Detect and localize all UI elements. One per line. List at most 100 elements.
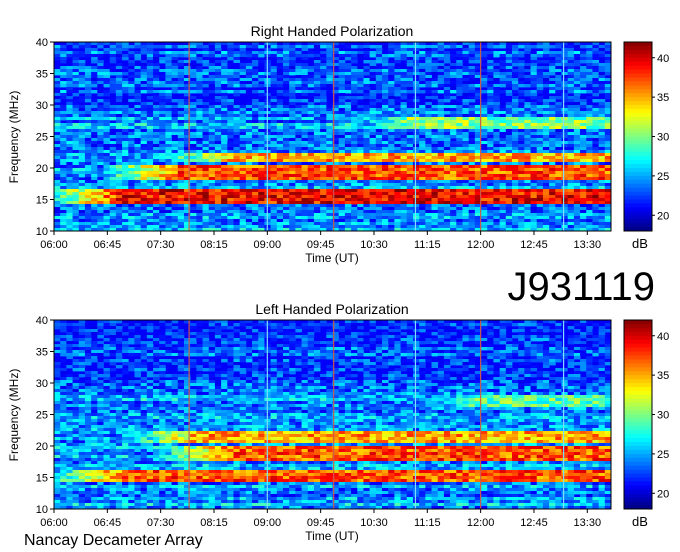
heatmap-cell xyxy=(555,42,562,46)
heatmap-cell xyxy=(561,180,569,184)
heatmap-cell xyxy=(177,108,185,112)
heatmap-cell xyxy=(573,93,581,97)
heatmap-cell xyxy=(394,168,401,172)
heatmap-cell xyxy=(313,111,321,115)
heatmap-cell xyxy=(530,201,538,205)
heatmap-cell xyxy=(382,153,389,157)
heatmap-cell xyxy=(159,171,166,175)
heatmap-cell xyxy=(351,159,358,163)
heatmap-cell xyxy=(561,174,569,178)
heatmap-cell xyxy=(214,168,222,172)
heatmap-cell xyxy=(78,42,86,46)
heatmap-cell xyxy=(295,165,302,169)
heatmap-cell xyxy=(165,165,172,169)
heatmap-cell xyxy=(91,186,98,190)
heatmap-cell xyxy=(382,72,389,76)
heatmap-cell xyxy=(573,120,581,124)
heatmap-cell xyxy=(146,141,154,145)
heatmap-cell xyxy=(115,75,123,79)
heatmap-cell xyxy=(462,162,470,166)
heatmap-cell xyxy=(592,183,600,187)
heatmap-cell xyxy=(580,57,587,61)
heatmap-cell xyxy=(54,192,61,196)
heatmap-cell xyxy=(313,171,321,175)
heatmap-cell xyxy=(134,57,142,61)
heatmap-cell xyxy=(190,147,197,151)
heatmap-cell xyxy=(320,159,327,163)
heatmap-cell xyxy=(239,213,247,217)
heatmap-cell xyxy=(431,162,439,166)
heatmap-cell xyxy=(320,156,327,160)
heatmap-cell xyxy=(388,207,395,211)
heatmap-cell xyxy=(134,105,142,109)
heatmap-cell xyxy=(419,189,426,193)
heatmap-cell xyxy=(221,99,228,103)
heatmap-cell xyxy=(518,195,525,199)
heatmap-cell xyxy=(122,213,129,217)
heatmap-cell xyxy=(109,45,117,49)
heatmap-cell xyxy=(233,183,241,187)
heatmap-cell xyxy=(443,135,451,139)
heatmap-cell xyxy=(78,126,86,130)
heatmap-cell xyxy=(394,174,401,178)
heatmap-cell xyxy=(580,168,587,172)
heatmap-cell xyxy=(313,120,321,124)
heatmap-cell xyxy=(214,171,222,175)
heatmap-cell xyxy=(487,120,494,124)
heatmap-cell xyxy=(419,165,426,169)
heatmap-cell xyxy=(84,201,92,205)
heatmap-cell xyxy=(282,183,290,187)
heatmap-cell xyxy=(221,213,228,217)
heatmap-cell xyxy=(487,147,494,151)
heatmap-cell xyxy=(580,186,587,190)
heatmap-cell xyxy=(394,117,401,121)
heatmap-cell xyxy=(190,87,197,91)
heatmap-cell xyxy=(357,84,364,88)
heatmap-cell xyxy=(437,210,445,214)
heatmap-cell xyxy=(493,120,500,124)
heatmap-cell xyxy=(542,120,550,124)
heatmap-cell xyxy=(592,87,600,91)
heatmap-cell xyxy=(400,213,408,217)
heatmap-cell xyxy=(518,42,525,46)
heatmap-cell xyxy=(72,177,80,181)
heatmap-cell xyxy=(295,42,302,46)
heatmap-cell xyxy=(549,84,556,88)
heatmap-cell xyxy=(530,138,538,142)
heatmap-cell xyxy=(165,210,172,214)
heatmap-cell xyxy=(394,48,401,52)
heatmap-cell xyxy=(437,207,445,211)
heatmap-cell xyxy=(252,168,259,172)
heatmap-cell xyxy=(351,213,358,217)
heatmap-cell xyxy=(78,156,86,160)
heatmap-cell xyxy=(344,180,352,184)
heatmap-cell xyxy=(128,66,135,70)
heatmap-cell xyxy=(462,198,470,202)
heatmap-cell xyxy=(276,66,284,70)
heatmap-cell xyxy=(598,129,606,133)
heatmap-cell xyxy=(190,165,197,169)
heatmap-cell xyxy=(233,84,241,88)
heatmap-cell xyxy=(115,93,123,97)
heatmap-cell xyxy=(109,153,117,157)
heatmap-cell xyxy=(122,144,129,148)
heatmap-cell xyxy=(320,144,327,148)
heatmap-cell xyxy=(122,192,129,196)
heatmap-cell xyxy=(394,105,401,109)
heatmap-cell xyxy=(245,84,253,88)
heatmap-cell xyxy=(351,138,358,142)
heatmap-cell xyxy=(171,180,179,184)
heatmap-cell xyxy=(128,72,135,76)
heatmap-cell xyxy=(573,69,581,73)
heatmap-cell xyxy=(375,171,383,175)
heatmap-cell xyxy=(134,213,142,217)
heatmap-cell xyxy=(214,162,222,166)
heatmap-cell xyxy=(406,84,414,88)
heatmap-cell xyxy=(208,63,216,67)
heatmap-cell xyxy=(412,57,420,61)
heatmap-cell xyxy=(487,165,494,169)
heatmap-cell xyxy=(536,174,544,178)
heatmap-cell xyxy=(536,96,544,100)
heatmap-cell xyxy=(431,129,439,133)
heatmap-cell xyxy=(412,132,420,136)
